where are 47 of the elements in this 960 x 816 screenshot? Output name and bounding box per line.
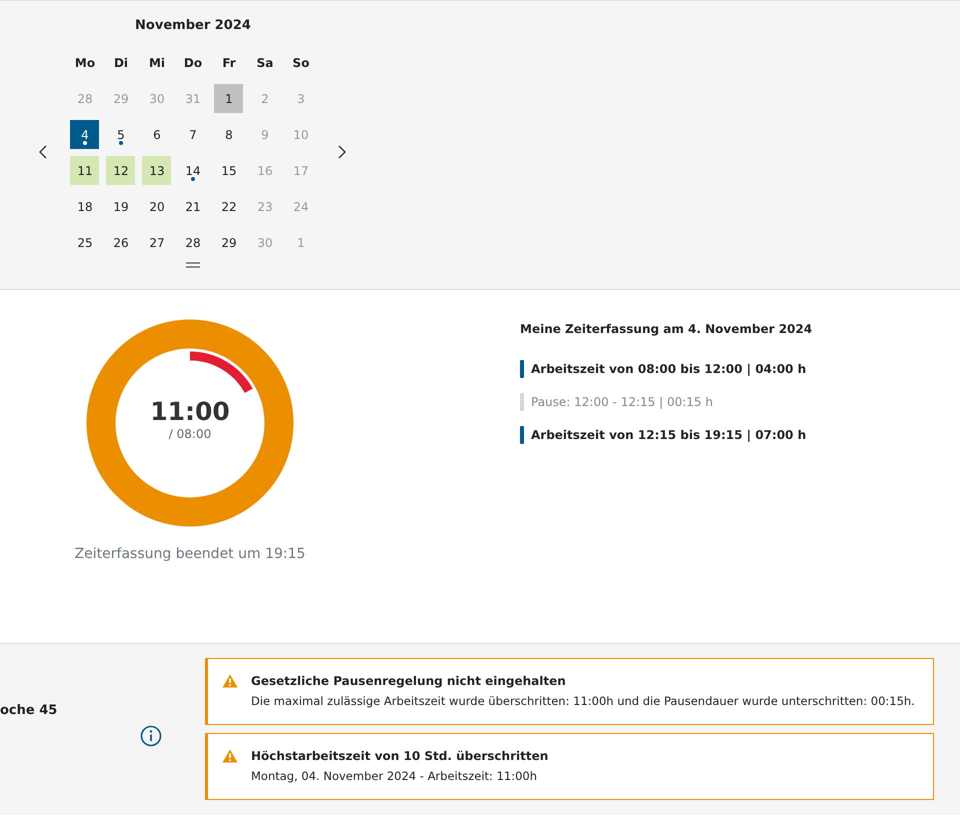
calendar-day[interactable]: 19	[103, 189, 139, 225]
calendar-day[interactable]: 11	[67, 153, 103, 189]
calendar-day[interactable]: 1	[211, 81, 247, 117]
warning-title: Gesetzliche Pausenregelung nicht eingehalten	[251, 674, 567, 688]
calendar-day[interactable]: 21	[175, 189, 211, 225]
calendar-day[interactable]: 6	[139, 117, 175, 153]
warning-text: Die maximal zulässige Arbeitszeit wurde überschritten: 11:00h und die Pausendauer wurde unterschritten: 00:15h.	[251, 694, 915, 708]
calendar-day[interactable]: 29	[211, 225, 247, 261]
weekday-label: So	[292, 55, 310, 72]
calendar-day[interactable]: 13	[139, 153, 175, 189]
warning-text: Montag, 04. November 2024 - Arbeitszeit: 11:00h	[251, 769, 538, 783]
weekday-label: Fr	[221, 55, 237, 72]
weekday-label: Do	[182, 55, 204, 72]
entries-title: Meine Zeiterfassung am 4. November 2024	[520, 322, 812, 336]
weekday-label: Mi	[148, 55, 166, 72]
calendar-day[interactable]: 22	[211, 189, 247, 225]
time-entry: Pause: 12:00 - 12:15 | 00:15 h	[531, 394, 713, 408]
month-title: November 2024	[135, 18, 251, 35]
warning-icon	[222, 674, 238, 688]
calendar-day[interactable]: 7	[175, 117, 211, 153]
time-entry: Arbeitszeit von 12:15 bis 19:15 | 07:00 h	[531, 428, 806, 442]
calendar-day[interactable]: 15	[211, 153, 247, 189]
warning-title: Höchstarbeitszeit von 10 Std. überschritten	[251, 749, 548, 763]
target-time: / 08:00	[168, 427, 212, 441]
calendar-day[interactable]: 8	[211, 117, 247, 153]
calendar-day[interactable]: 28	[175, 225, 211, 261]
weekday-label: Mo	[74, 55, 96, 72]
calendar-day[interactable]: 26	[103, 225, 139, 261]
chevron-right-icon	[337, 144, 347, 160]
calendar-day[interactable]: 14	[175, 153, 211, 189]
calendar-day[interactable]: 18	[67, 189, 103, 225]
drag-handle-icon[interactable]	[186, 262, 200, 268]
chevron-left-icon	[38, 144, 48, 160]
week-label: oche 45	[0, 703, 58, 718]
calendar-day[interactable]: 12	[103, 153, 139, 189]
calendar-day[interactable]: 25	[67, 225, 103, 261]
weekday-label: Sa	[256, 55, 274, 72]
worked-time: 11:00	[150, 397, 230, 426]
calendar-day[interactable]: 20	[139, 189, 175, 225]
weekday-label: Di	[112, 55, 130, 72]
status-text: Zeiterfassung beendet um 19:15	[74, 546, 306, 562]
time-entry: Arbeitszeit von 08:00 bis 12:00 | 04:00 h	[531, 362, 806, 376]
warning-icon	[222, 749, 238, 763]
info-icon[interactable]	[140, 725, 162, 747]
calendar-day[interactable]: 4	[67, 117, 103, 153]
calendar-day[interactable]: 5	[103, 117, 139, 153]
calendar-day[interactable]: 27	[139, 225, 175, 261]
